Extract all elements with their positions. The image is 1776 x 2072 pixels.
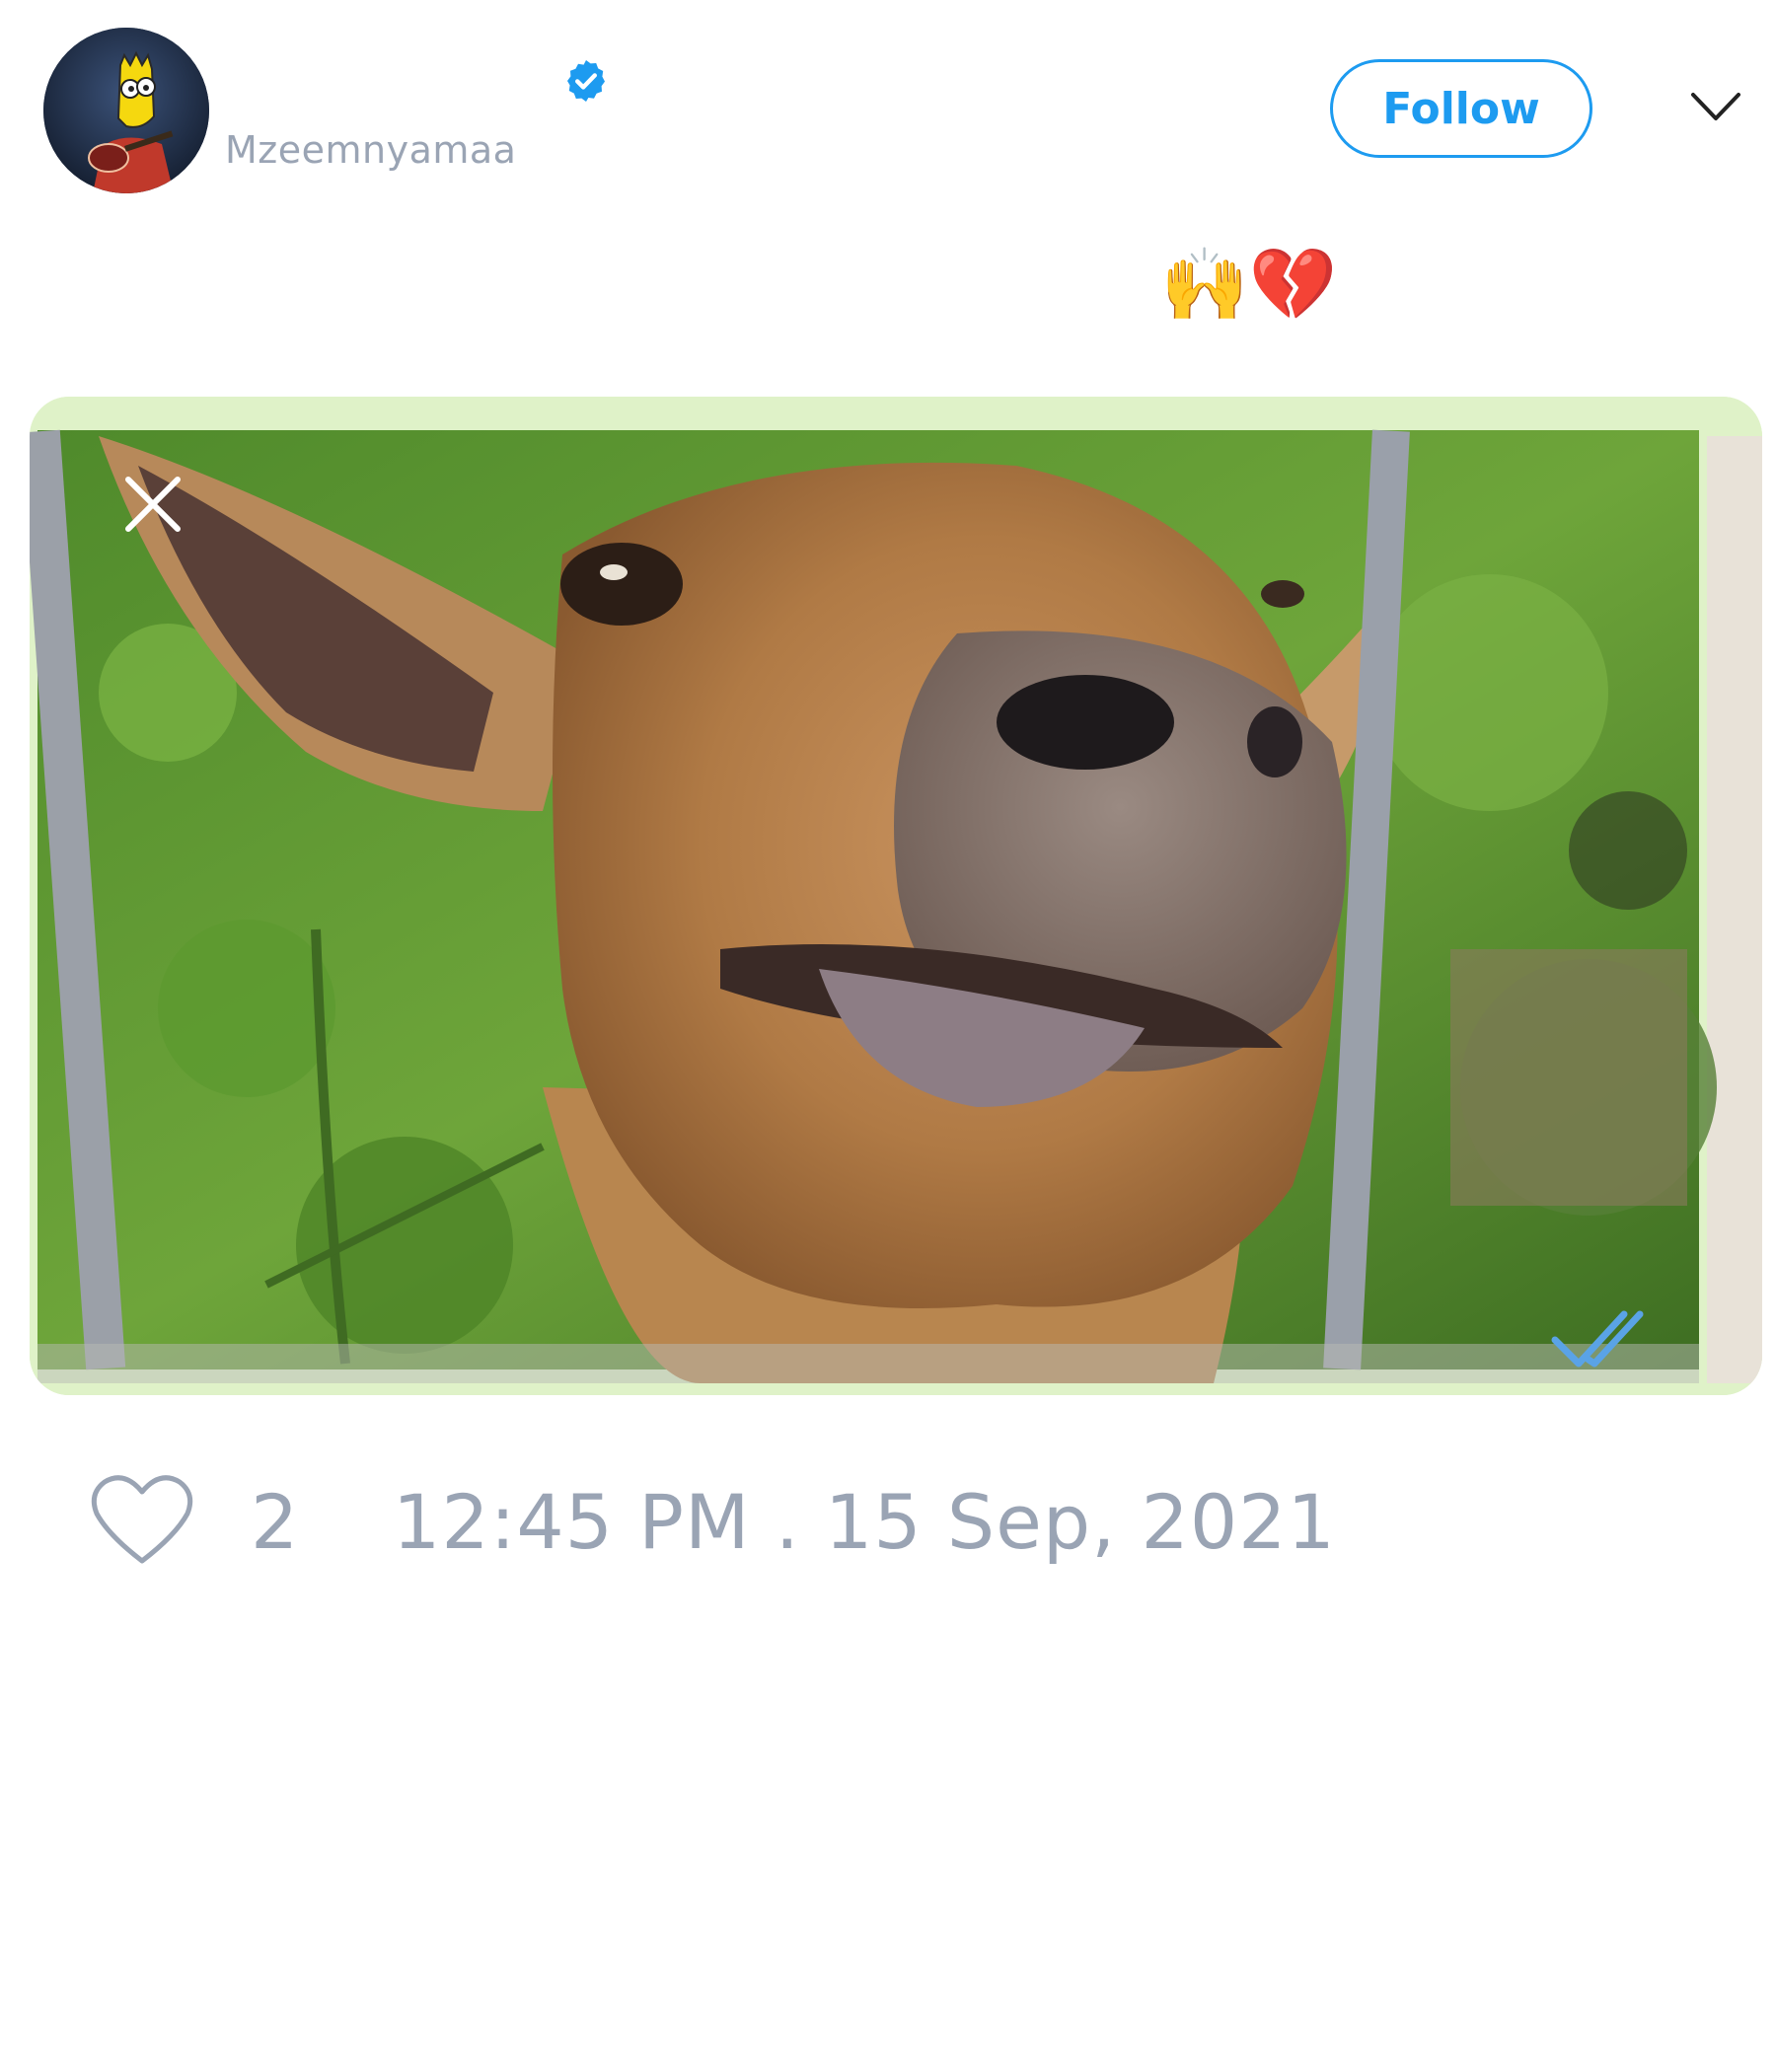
user-handle[interactable]: Mzeemnyamaa: [225, 128, 516, 172]
verified-badge-icon: [567, 60, 605, 102]
tweet-media[interactable]: [30, 397, 1762, 1395]
double-check-icon: [1551, 1310, 1644, 1368]
tweet-meta-row: 2 12:45 PM . 15 Sep, 2021: [0, 1470, 1776, 1579]
avatar[interactable]: [43, 28, 209, 193]
chevron-down-icon[interactable]: [1689, 87, 1742, 126]
heart-icon[interactable]: [89, 1470, 195, 1569]
tweet-timestamp[interactable]: 12:45 PM . 15 Sep, 2021: [393, 1478, 1336, 1566]
goat-photo: [30, 397, 1762, 1395]
tweet-text: 🙌💔: [1160, 243, 1338, 326]
close-icon[interactable]: [118, 470, 187, 539]
follow-button[interactable]: Follow: [1330, 59, 1592, 158]
like-count: 2: [251, 1478, 299, 1566]
avatar-image: [43, 28, 209, 193]
